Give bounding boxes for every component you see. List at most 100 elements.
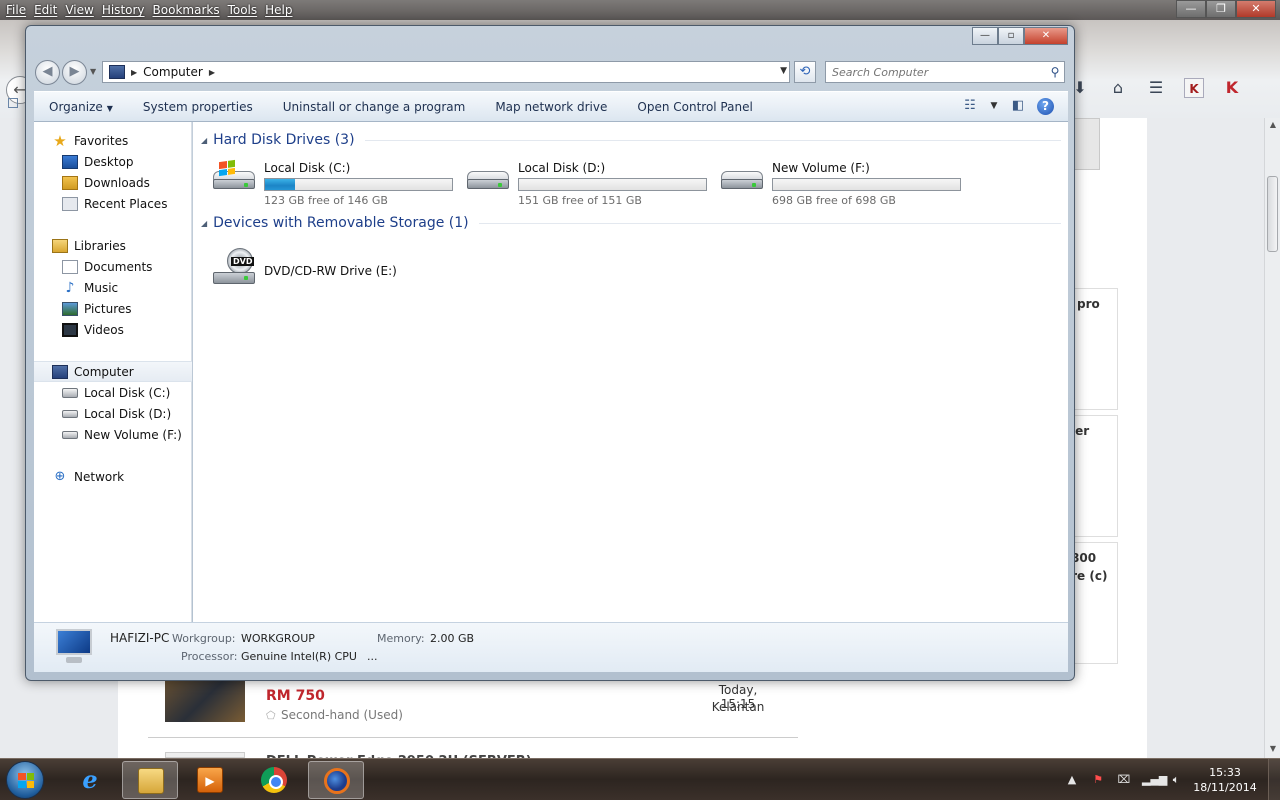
group-header-removable-storage[interactable]: ◢ Devices with Removable Storage (1)	[201, 212, 1061, 234]
menu-icon[interactable]: ☰	[1146, 78, 1166, 98]
nav-documents[interactable]: Documents	[34, 256, 192, 277]
menu-bookmarks[interactable]: Bookmarks	[151, 0, 226, 20]
nav-pictures[interactable]: Pictures	[34, 298, 192, 319]
listing-price[interactable]: RM 750	[266, 688, 325, 704]
taskbar-internet-explorer[interactable]: e	[62, 761, 118, 799]
forward-button[interactable]: ▶	[62, 60, 87, 85]
firefox-window-controls: — ❐ ✕	[1176, 0, 1276, 18]
hard-drive-icon	[62, 409, 78, 418]
chevron-right-icon[interactable]: ▶	[131, 68, 137, 77]
nav-libraries[interactable]: Libraries	[34, 235, 192, 256]
group-header-hard-disk-drives[interactable]: ◢ Hard Disk Drives (3)	[201, 129, 1061, 151]
nav-videos[interactable]: Videos	[34, 319, 192, 340]
nav-local-disk-d[interactable]: Local Disk (D:)	[34, 403, 192, 424]
uninstall-program-button[interactable]: Uninstall or change a program	[268, 100, 481, 114]
taskbar-media-player[interactable]: ▶	[182, 761, 238, 799]
recent-pages-dropdown-icon[interactable]: ▼	[90, 67, 96, 76]
drive-usage-fill	[265, 179, 295, 190]
network-signal-icon[interactable]: ▂▄▆	[1142, 773, 1167, 787]
nav-label: Documents	[84, 259, 153, 274]
listing-divider	[148, 737, 798, 738]
back-button[interactable]: ◀	[35, 60, 60, 85]
breadcrumb-computer[interactable]: Computer	[143, 65, 203, 79]
usb-device-icon[interactable]: ⌧	[1116, 773, 1132, 787]
taskbar-windows-explorer[interactable]	[122, 761, 178, 799]
drive-tile-dvd-e[interactable]: DVD DVD/CD-RW Drive (E:)	[211, 240, 461, 290]
nav-downloads[interactable]: Downloads	[34, 172, 192, 193]
firefox-scrollbar[interactable]: ▲ ▼	[1264, 118, 1280, 758]
drive-usage-bar	[772, 178, 961, 191]
search-input[interactable]	[826, 63, 1046, 81]
firefox-toolbar-right: ⬇ ⌂ ☰ K K	[1070, 78, 1242, 98]
scroll-thumb[interactable]	[1267, 176, 1278, 252]
menu-view[interactable]: View	[63, 0, 99, 20]
search-icon[interactable]: ⚲	[1046, 65, 1064, 79]
menu-edit[interactable]: Edit	[32, 0, 63, 20]
menu-history[interactable]: History	[100, 0, 151, 20]
close-button[interactable]: ✕	[1024, 27, 1068, 45]
computer-monitor-icon	[52, 629, 96, 665]
refresh-button[interactable]: ⟲	[794, 61, 816, 83]
address-bar[interactable]: ▶ Computer ▶ ▼	[102, 61, 790, 83]
nav-new-volume-f[interactable]: New Volume (F:)	[34, 424, 192, 445]
taskbar-chrome[interactable]	[246, 761, 302, 799]
videos-icon	[62, 322, 78, 337]
nav-desktop[interactable]: Desktop	[34, 151, 192, 172]
nav-label: Music	[84, 280, 119, 295]
organize-label: Organize	[49, 99, 103, 114]
drive-tile-c[interactable]: Local Disk (C:) 123 GB free of 146 GB	[211, 157, 461, 207]
chevron-right-icon[interactable]: ▶	[209, 68, 215, 77]
menu-help[interactable]: Help	[263, 0, 298, 20]
taskbar-clock[interactable]: 15:33 18/11/2014	[1190, 765, 1260, 795]
menu-tools[interactable]: Tools	[226, 0, 264, 20]
scroll-down-icon[interactable]: ▼	[1265, 744, 1280, 756]
firefox-restore-button[interactable]: ❐	[1206, 0, 1236, 18]
home-icon[interactable]: ⌂	[1108, 78, 1128, 98]
drive-tile-f[interactable]: New Volume (F:) 698 GB free of 698 GB	[719, 157, 969, 207]
taskbar: e ▶ ▲ ⚑ ⌧ ▂▄▆ 🔈︎ 15:33 18/11/2014	[0, 758, 1280, 800]
drive-usage-bar	[518, 178, 707, 191]
view-options-dropdown-icon[interactable]: ▼	[989, 97, 999, 115]
nav-recent-places[interactable]: Recent Places	[34, 193, 192, 214]
nav-music[interactable]: ♪ Music	[34, 277, 192, 298]
collapse-triangle-icon[interactable]: ◢	[201, 136, 207, 145]
nav-network[interactable]: ⊕ Network	[34, 466, 192, 487]
drive-name: New Volume (F:)	[772, 161, 870, 175]
collapse-triangle-icon[interactable]: ◢	[201, 219, 207, 228]
scroll-up-icon[interactable]: ▲	[1265, 120, 1280, 132]
address-history-dropdown-icon[interactable]: ▼	[780, 66, 787, 76]
firefox-close-button[interactable]: ✕	[1236, 0, 1276, 18]
nav-favorites[interactable]: ★ Favorites	[34, 130, 192, 151]
show-desktop-button[interactable]	[1268, 759, 1280, 800]
nav-label: Local Disk (D:)	[84, 406, 172, 421]
preview-pane-icon[interactable]: ◧	[1009, 97, 1027, 115]
system-properties-button[interactable]: System properties	[128, 100, 268, 114]
nav-label: Desktop	[84, 154, 134, 169]
downloads-folder-icon	[62, 175, 78, 190]
chrome-icon	[261, 767, 287, 793]
nav-local-disk-c[interactable]: Local Disk (C:)	[34, 382, 192, 403]
listing-thumbnail[interactable]	[165, 676, 245, 722]
search-box[interactable]: ⚲	[825, 61, 1065, 83]
maximize-button[interactable]: ▫	[998, 27, 1024, 45]
kaspersky-icon[interactable]: K	[1184, 78, 1204, 98]
volume-icon[interactable]: 🔈︎	[1168, 773, 1184, 787]
show-hidden-icons-icon[interactable]: ▲	[1064, 773, 1080, 787]
start-button[interactable]	[6, 761, 44, 799]
action-center-icon[interactable]: ⚑	[1090, 773, 1106, 787]
nav-computer[interactable]: Computer	[34, 361, 192, 382]
map-network-drive-button[interactable]: Map network drive	[480, 100, 622, 114]
drive-tile-d[interactable]: Local Disk (D:) 151 GB free of 151 GB	[465, 157, 715, 207]
help-icon[interactable]: ?	[1037, 97, 1054, 115]
menu-file[interactable]: File	[4, 0, 32, 20]
taskbar-firefox[interactable]	[308, 761, 364, 799]
change-view-icon[interactable]: ☷	[961, 97, 979, 115]
open-control-panel-button[interactable]: Open Control Panel	[622, 100, 767, 114]
kaspersky-red-icon[interactable]: K	[1222, 78, 1242, 98]
nav-label: Downloads	[84, 175, 150, 190]
organize-button[interactable]: Organize ▼	[34, 100, 128, 114]
minimize-button[interactable]: —	[972, 27, 998, 45]
firefox-minimize-button[interactable]: —	[1176, 0, 1206, 18]
hard-drive-icon	[465, 167, 511, 191]
firefox-sidebar-toggle[interactable]	[8, 98, 18, 108]
